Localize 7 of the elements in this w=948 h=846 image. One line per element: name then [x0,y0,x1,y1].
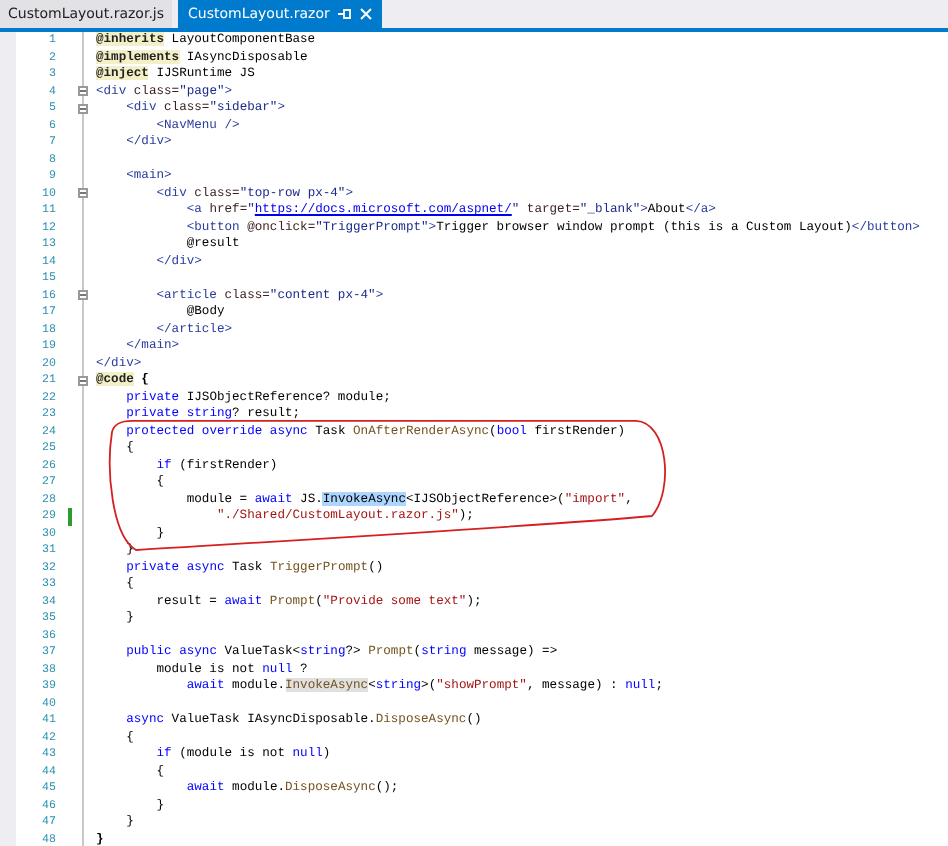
collapse-toggle-icon[interactable] [78,103,88,114]
collapse-toggle-icon[interactable] [78,188,88,199]
close-icon[interactable] [359,8,372,20]
collapse-toggle-icon[interactable] [78,86,88,97]
pin-icon[interactable] [337,8,352,20]
collapse-toggle-icon[interactable] [78,290,88,301]
collapse-toggle-icon[interactable] [78,375,88,386]
